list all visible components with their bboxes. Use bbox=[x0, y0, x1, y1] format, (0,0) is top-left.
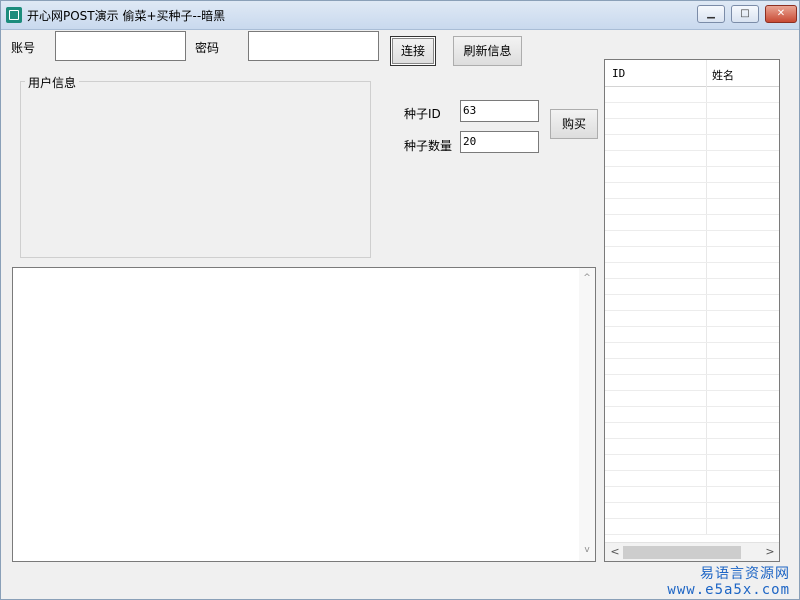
seed-quantity-input[interactable]: 20 bbox=[460, 131, 539, 153]
scroll-thumb[interactable] bbox=[623, 546, 741, 559]
list-row-line bbox=[605, 278, 779, 279]
list-row-line bbox=[605, 150, 779, 151]
list-row-line bbox=[605, 438, 779, 439]
list-row-line bbox=[605, 134, 779, 135]
scroll-right-icon[interactable]: > bbox=[765, 546, 775, 558]
list-row-line bbox=[605, 230, 779, 231]
list-row-line bbox=[605, 470, 779, 471]
minimize-button[interactable]: ▁ bbox=[697, 5, 725, 23]
id-column-header[interactable]: ID bbox=[612, 67, 625, 80]
maximize-button[interactable]: □ bbox=[731, 5, 759, 23]
scroll-up-icon[interactable]: ^ bbox=[582, 273, 592, 283]
user-info-group bbox=[20, 81, 371, 258]
user-info-title: 用户信息 bbox=[25, 74, 80, 91]
list-row-line bbox=[605, 406, 779, 407]
seed-id-input[interactable]: 63 bbox=[460, 100, 539, 122]
list-row-line bbox=[605, 326, 779, 327]
list-row-line bbox=[605, 310, 779, 311]
list-row-line bbox=[605, 502, 779, 503]
list-row-line bbox=[605, 390, 779, 391]
log-textarea[interactable]: ^ v bbox=[12, 267, 596, 562]
app-icon bbox=[6, 7, 22, 23]
list-header: ID 姓名 bbox=[605, 60, 779, 87]
name-column-header[interactable]: 姓名 bbox=[712, 67, 734, 83]
list-horizontal-scrollbar[interactable]: < > bbox=[605, 542, 779, 561]
watermark: 易语言资源网 www.e5a5x.com bbox=[667, 566, 790, 598]
list-row-line bbox=[605, 518, 779, 519]
list-row-line bbox=[605, 422, 779, 423]
refresh-info-button[interactable]: 刷新信息 bbox=[453, 36, 522, 66]
account-input[interactable] bbox=[55, 31, 186, 61]
list-row-line bbox=[605, 294, 779, 295]
scroll-left-icon[interactable]: < bbox=[610, 546, 620, 558]
main-window: 开心网POST演示 偷菜+买种子--暗黑 ▁ □ ✕ 账号 密码 连接 刷新信息… bbox=[0, 0, 800, 600]
log-scrollbar[interactable]: ^ v bbox=[579, 268, 595, 561]
close-button[interactable]: ✕ bbox=[765, 5, 797, 23]
password-label: 密码 bbox=[195, 41, 220, 55]
list-row-line bbox=[605, 486, 779, 487]
list-row-line bbox=[605, 246, 779, 247]
title-bar[interactable]: 开心网POST演示 偷菜+买种子--暗黑 ▁ □ ✕ bbox=[1, 1, 799, 30]
list-row-line bbox=[605, 262, 779, 263]
seed-quantity-label: 种子数量 bbox=[404, 139, 453, 153]
password-input[interactable] bbox=[248, 31, 379, 61]
buy-button[interactable]: 购买 bbox=[550, 109, 598, 139]
column-divider bbox=[706, 60, 707, 535]
seed-id-label: 种子ID bbox=[404, 107, 441, 121]
list-row-line bbox=[605, 182, 779, 183]
list-row-line bbox=[605, 166, 779, 167]
list-row-line bbox=[605, 118, 779, 119]
watermark-url: www.e5a5x.com bbox=[667, 582, 790, 598]
list-row-line bbox=[605, 534, 779, 535]
list-row-line bbox=[605, 374, 779, 375]
list-row-line bbox=[605, 102, 779, 103]
connect-button[interactable]: 连接 bbox=[390, 36, 436, 66]
list-row-line bbox=[605, 358, 779, 359]
friend-list[interactable]: ID 姓名 < > bbox=[604, 59, 780, 562]
watermark-title: 易语言资源网 bbox=[700, 566, 790, 582]
list-row-line bbox=[605, 198, 779, 199]
list-row-line bbox=[605, 454, 779, 455]
list-row-line bbox=[605, 342, 779, 343]
account-label: 账号 bbox=[11, 41, 36, 55]
list-row-line bbox=[605, 214, 779, 215]
scroll-down-icon[interactable]: v bbox=[582, 545, 592, 555]
window-title: 开心网POST演示 偷菜+买种子--暗黑 bbox=[27, 9, 226, 23]
